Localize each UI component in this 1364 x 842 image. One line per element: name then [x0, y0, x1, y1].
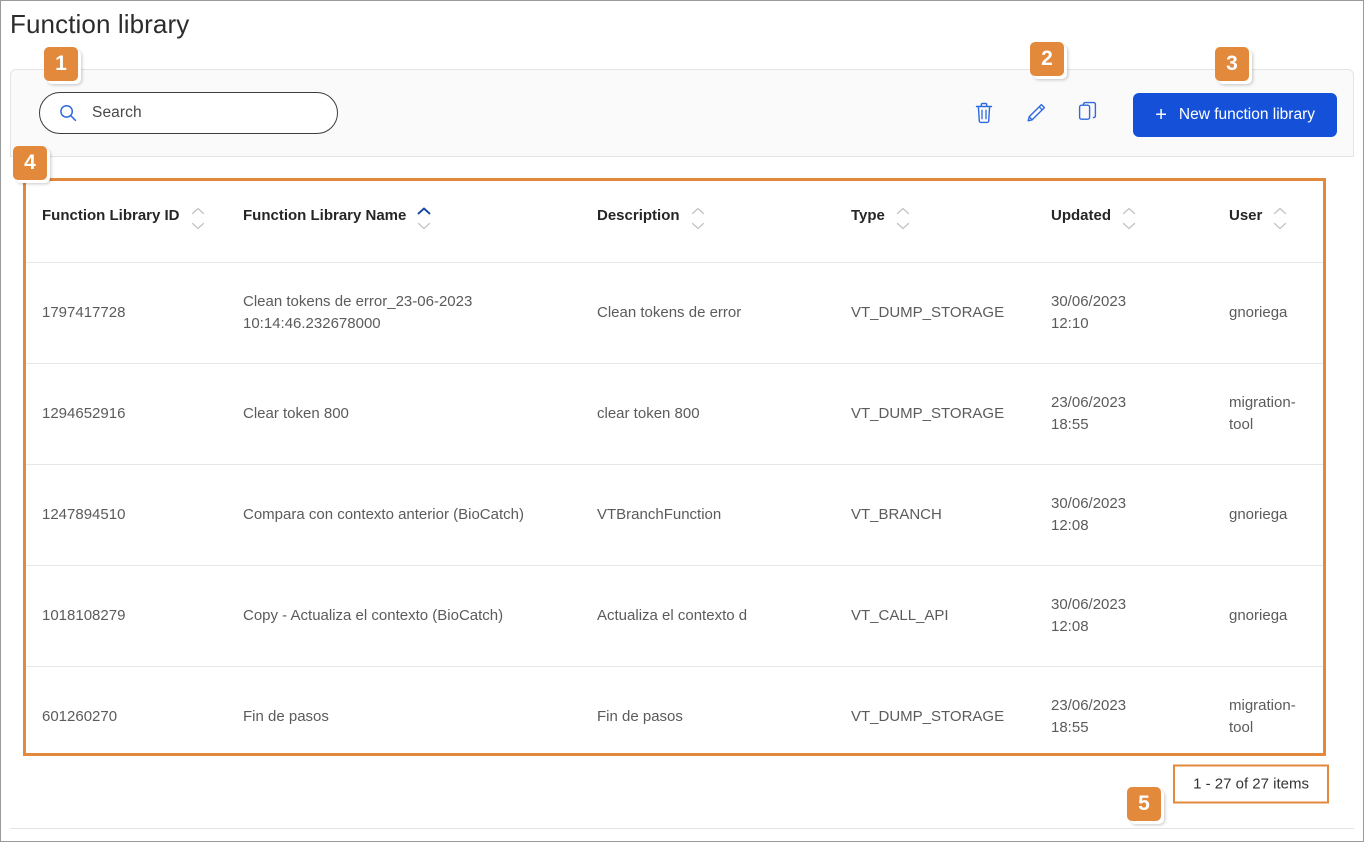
toolbar: Search + New function library — [10, 69, 1354, 157]
column-header-type[interactable]: Type — [846, 181, 1046, 263]
callout-badge-5: 5 — [1127, 787, 1161, 821]
updated-time: 12:08 — [1051, 516, 1089, 534]
table-row[interactable]: 601260270 Fin de pasos Fin de pasos VT_D… — [26, 666, 1323, 767]
callout-badge-1: 1 — [44, 47, 78, 81]
page-title: Function library — [10, 9, 190, 39]
footer-divider — [10, 828, 1354, 829]
toolbar-action-icons — [969, 70, 1103, 158]
column-label: Function Library ID — [42, 207, 180, 224]
table-row[interactable]: 1247894510 Compara con contexto anterior… — [26, 464, 1323, 566]
cell-updated: 30/06/2023 12:08 — [1046, 565, 1226, 667]
table-header-row: Function Library ID Function Library Nam… — [26, 181, 1323, 263]
updated-time: 18:55 — [1051, 718, 1089, 736]
callout-badge-2: 2 — [1030, 42, 1064, 76]
column-label: Updated — [1051, 207, 1111, 224]
cell-updated: 30/06/2023 12:10 — [1046, 262, 1226, 364]
cell-name: Copy - Actualiza el contexto (BioCatch) — [238, 565, 594, 667]
column-header-user[interactable]: User — [1226, 181, 1323, 263]
cell-description: Clean tokens de error — [594, 262, 846, 364]
search-input[interactable]: Search — [39, 92, 338, 134]
callout-badge-3: 3 — [1215, 47, 1249, 81]
cell-updated: 23/06/2023 18:55 — [1046, 666, 1226, 767]
cell-type: VT_DUMP_STORAGE — [846, 262, 1046, 364]
column-header-function-library-id[interactable]: Function Library ID — [26, 181, 238, 263]
cell-user: migration-tool — [1229, 696, 1296, 736]
cell-user: migration-tool — [1226, 363, 1323, 465]
sort-toggle-id[interactable] — [190, 207, 206, 230]
updated-time: 18:55 — [1051, 415, 1089, 433]
delete-button[interactable] — [969, 99, 999, 129]
pagination-summary[interactable]: 1 - 27 of 27 items — [1173, 764, 1329, 804]
column-header-updated[interactable]: Updated — [1046, 181, 1226, 263]
cell-type: VT_BRANCH — [846, 464, 1046, 566]
copy-icon — [1077, 101, 1099, 128]
column-header-description[interactable]: Description — [594, 181, 846, 263]
column-label: User — [1229, 207, 1263, 224]
cell-name: Clean tokens de error_23-06-2023 10:14:4… — [238, 262, 594, 364]
cell-description: Actualiza el contexto d — [594, 565, 846, 667]
cell-id: 1247894510 — [26, 464, 238, 566]
table-row[interactable]: 1018108279 Copy - Actualiza el contexto … — [26, 565, 1323, 667]
edit-icon — [1024, 101, 1048, 128]
cell-updated: 23/06/2023 18:55 — [1046, 363, 1226, 465]
cell-name: Fin de pasos — [243, 707, 329, 725]
cell-type: VT_DUMP_STORAGE — [846, 363, 1046, 465]
updated-date: 30/06/2023 — [1051, 494, 1127, 512]
cell-user: gnoriega — [1226, 464, 1323, 566]
table-row[interactable]: 1797417728 Clean tokens de error_23-06-2… — [26, 262, 1323, 364]
new-function-library-label: New function library — [1178, 106, 1315, 123]
cell-updated: 30/06/2023 12:08 — [1046, 464, 1226, 566]
cell-id: 1797417728 — [26, 262, 238, 364]
new-function-library-button[interactable]: + New function library — [1133, 93, 1337, 137]
cell-description: Fin de pasos — [597, 707, 683, 725]
edit-button[interactable] — [1021, 99, 1051, 129]
copy-button[interactable] — [1073, 99, 1103, 129]
column-header-function-library-name[interactable]: Function Library Name — [238, 181, 594, 263]
cell-name: Compara con contexto anterior (BioCatch) — [238, 464, 594, 566]
sort-toggle-user[interactable] — [1272, 207, 1288, 230]
sort-toggle-updated[interactable] — [1121, 207, 1137, 230]
column-label: Function Library Name — [243, 207, 407, 224]
cell-type: VT_CALL_API — [846, 565, 1046, 667]
plus-icon: + — [1155, 104, 1167, 126]
updated-time: 12:08 — [1051, 617, 1089, 635]
updated-date: 30/06/2023 — [1051, 292, 1127, 310]
column-label: Type — [851, 207, 885, 224]
updated-date: 30/06/2023 — [1051, 595, 1127, 613]
updated-date: 23/06/2023 — [1051, 393, 1127, 411]
callout-badge-4: 4 — [13, 146, 47, 180]
cell-name: Clear token 800 — [238, 363, 594, 465]
sort-toggle-name[interactable] — [416, 207, 432, 230]
cell-id: 601260270 — [42, 707, 118, 725]
delete-icon — [973, 101, 995, 128]
search-icon — [58, 103, 78, 123]
sort-toggle-description[interactable] — [690, 207, 706, 230]
updated-time: 12:10 — [1051, 314, 1089, 332]
cell-description: VTBranchFunction — [594, 464, 846, 566]
cell-type: VT_DUMP_STORAGE — [851, 707, 1005, 725]
function-library-table: Function Library ID Function Library Nam… — [23, 178, 1326, 756]
function-library-screen: Function library Search + New function l… — [0, 0, 1364, 842]
updated-date: 23/06/2023 — [1051, 696, 1127, 714]
table-row[interactable]: 1294652916 Clear token 800 clear token 8… — [26, 363, 1323, 465]
search-placeholder: Search — [92, 104, 142, 121]
cell-description: clear token 800 — [594, 363, 846, 465]
cell-id: 1294652916 — [26, 363, 238, 465]
column-label: Description — [597, 207, 680, 224]
cell-user: gnoriega — [1226, 262, 1323, 364]
sort-toggle-type[interactable] — [895, 207, 911, 230]
cell-user: gnoriega — [1226, 565, 1323, 667]
cell-id: 1018108279 — [26, 565, 238, 667]
